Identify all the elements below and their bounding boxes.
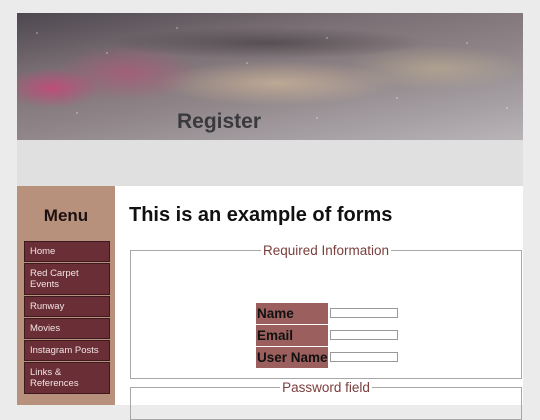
email-label: Email bbox=[256, 324, 328, 346]
name-label: Name bbox=[256, 302, 328, 324]
form-row-username: User Name bbox=[256, 346, 398, 368]
menu-item-red-carpet-events[interactable]: Red Carpet Events bbox=[24, 263, 110, 295]
menu-list: Home Red Carpet Events Runway Movies Ins… bbox=[24, 241, 110, 395]
form-row-name: Name bbox=[256, 302, 398, 324]
menu-heading: Menu bbox=[43, 206, 89, 225]
name-field[interactable] bbox=[330, 308, 398, 318]
menu-item-runway[interactable]: Runway bbox=[24, 296, 110, 317]
username-field[interactable] bbox=[330, 352, 398, 362]
content-title: This is an example of forms bbox=[129, 204, 393, 226]
required-form: Name Email User Name bbox=[256, 302, 398, 368]
sidebar: Menu Home Red Carpet Events Runway Movie… bbox=[17, 186, 115, 405]
header-banner: Register bbox=[17, 13, 523, 140]
menu-item-home[interactable]: Home bbox=[24, 241, 110, 262]
password-legend: Password field bbox=[282, 380, 370, 395]
email-field[interactable] bbox=[330, 330, 398, 340]
username-label: User Name bbox=[256, 346, 328, 368]
menu-item-movies[interactable]: Movies bbox=[24, 318, 110, 339]
password-fieldset: Password field bbox=[130, 380, 522, 420]
required-info-fieldset: Required Information Name Email User Nam… bbox=[130, 243, 522, 379]
required-info-legend: Required Information bbox=[262, 243, 390, 258]
main-content: This is an example of forms Required Inf… bbox=[115, 186, 523, 420]
form-row-email: Email bbox=[256, 324, 398, 346]
header-band bbox=[17, 140, 523, 186]
page-title: Register bbox=[177, 110, 262, 133]
menu-item-instagram-posts[interactable]: Instagram Posts bbox=[24, 340, 110, 361]
banner-stars bbox=[17, 13, 523, 140]
menu-item-links-references[interactable]: Links & References bbox=[24, 362, 110, 394]
